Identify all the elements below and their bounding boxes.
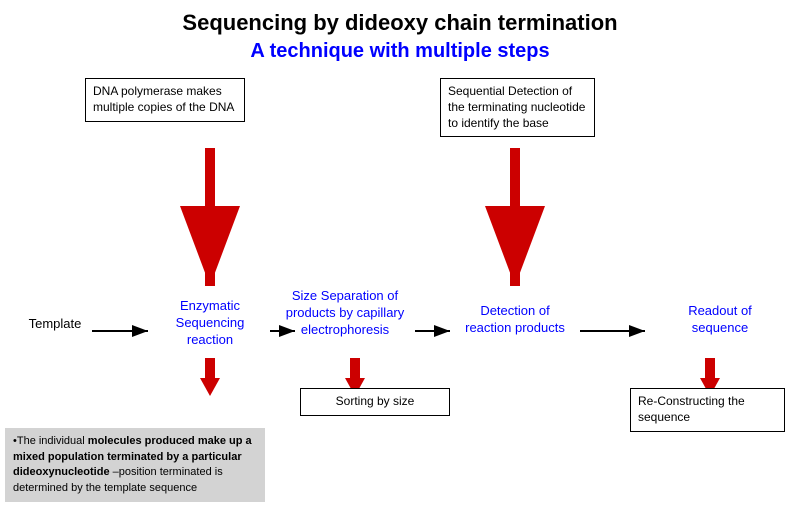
footnote-box: •The individual molecules produced make … bbox=[5, 428, 265, 502]
label-readout: Readout of sequence bbox=[665, 303, 775, 337]
label-size-sep: Size Separation of products by capillary… bbox=[285, 288, 405, 339]
box-reconstructing: Re-Constructing the sequence bbox=[630, 388, 785, 431]
label-enzymatic: Enzymatic Sequencing reaction bbox=[155, 298, 265, 349]
label-detection: Detection of reaction products bbox=[460, 303, 570, 337]
subtitle: A technique with multiple steps bbox=[0, 40, 800, 63]
label-template: Template bbox=[20, 316, 90, 333]
main-title: Sequencing by dideoxy chain termination bbox=[0, 10, 800, 36]
footnote-text: •The individual molecules produced make … bbox=[13, 435, 252, 493]
box-sorting: Sorting by size bbox=[300, 388, 450, 416]
box-dna: DNA polymerase makes multiple copies of … bbox=[85, 78, 245, 121]
box-sequential: Sequential Detection of the terminating … bbox=[440, 78, 595, 137]
